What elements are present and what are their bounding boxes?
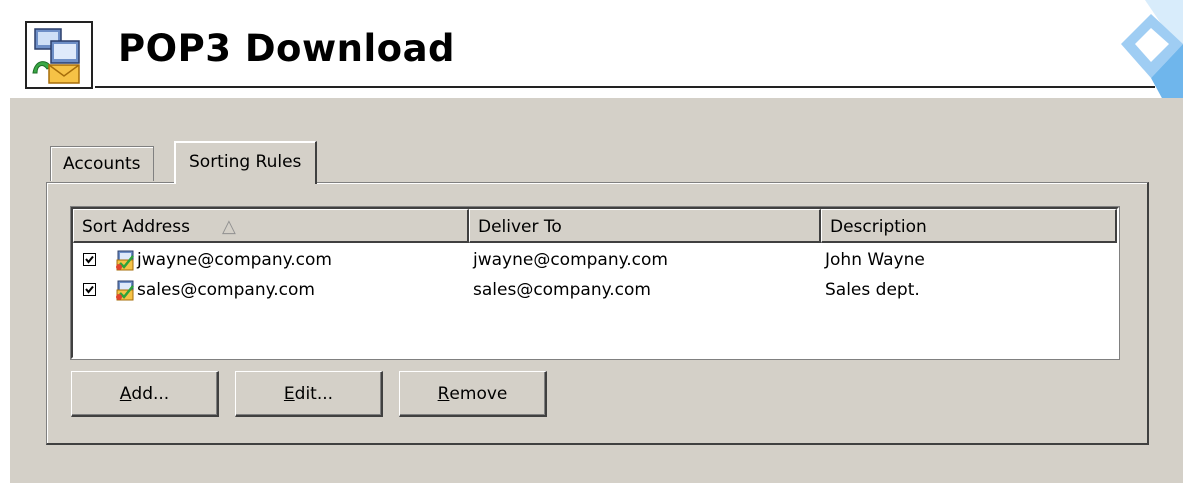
remove-button-label: emove <box>449 383 508 404</box>
header-divider <box>95 86 1155 88</box>
tab-accounts[interactable]: Accounts <box>50 146 154 181</box>
list-header: Sort Address △ Deliver To Description <box>73 209 1117 245</box>
table-row[interactable]: jwayne@company.com jwayne@company.com Jo… <box>73 245 1117 275</box>
edit-button-mnemonic: E <box>283 383 295 404</box>
sorting-rule-icon <box>115 249 137 271</box>
add-button-label: dd... <box>131 383 170 404</box>
remove-button-mnemonic: R <box>437 383 450 404</box>
sort-ascending-icon: △ <box>222 216 236 237</box>
column-header-deliver-to[interactable]: Deliver To <box>469 209 821 243</box>
add-button[interactable]: Add... <box>71 371 219 417</box>
cell-deliver-to: jwayne@company.com <box>473 250 668 270</box>
sorting-rules-panel: Sort Address △ Deliver To Description jw… <box>46 182 1149 445</box>
tab-sorting-rules[interactable]: Sorting Rules <box>174 141 318 184</box>
page-title: POP3 Download <box>118 27 456 70</box>
row-checkbox[interactable] <box>83 283 96 296</box>
remove-button[interactable]: Remove <box>399 371 547 417</box>
row-checkbox[interactable] <box>83 253 96 266</box>
sorting-rule-icon <box>115 279 137 301</box>
cell-description: Sales dept. <box>825 280 920 300</box>
header: POP3 Download <box>0 0 1183 100</box>
add-button-mnemonic: A <box>119 383 132 404</box>
edit-button[interactable]: Edit... <box>235 371 383 417</box>
cell-description: John Wayne <box>825 250 925 270</box>
content-panel: Accounts Sorting Rules Sort Address △ De… <box>10 98 1183 483</box>
pop3-download-icon <box>25 21 93 89</box>
column-header-description[interactable]: Description <box>821 209 1117 243</box>
cell-deliver-to: sales@company.com <box>473 280 651 300</box>
edit-button-label: dit... <box>294 383 334 404</box>
sorting-rules-list[interactable]: Sort Address △ Deliver To Description jw… <box>71 207 1119 359</box>
column-header-sort-address[interactable]: Sort Address △ <box>73 209 469 243</box>
cell-sort-address: sales@company.com <box>137 280 315 300</box>
cell-sort-address: jwayne@company.com <box>137 250 332 270</box>
table-row[interactable]: sales@company.com sales@company.com Sale… <box>73 275 1117 305</box>
column-header-label: Sort Address <box>82 217 190 237</box>
decorative-logo-icon <box>1083 0 1183 100</box>
